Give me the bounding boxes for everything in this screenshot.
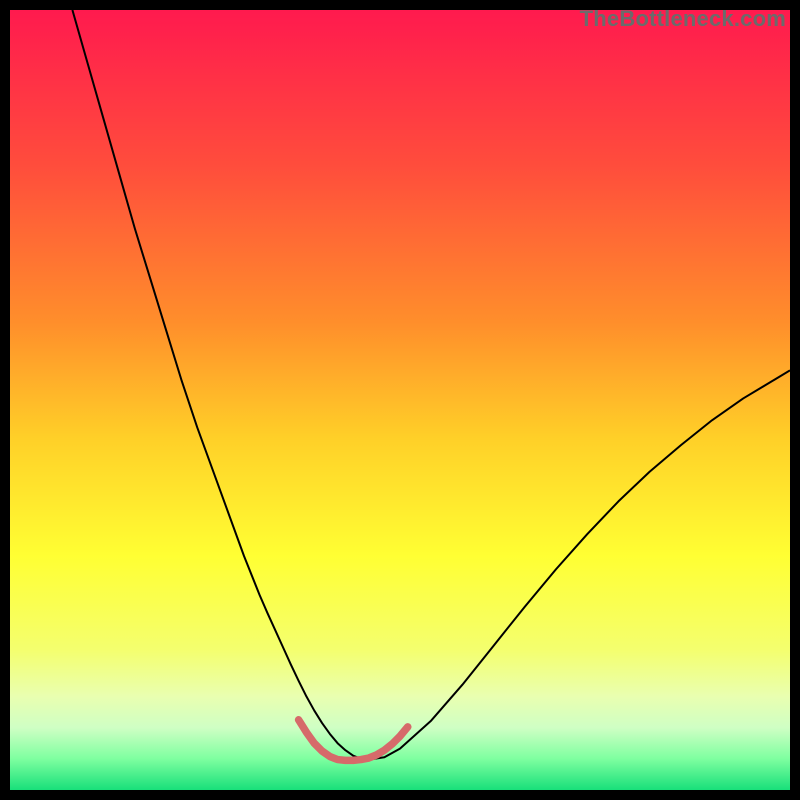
plot-area [10, 10, 790, 790]
chart-svg [10, 10, 790, 790]
chart-background [10, 10, 790, 790]
watermark-text: TheBottleneck.com [580, 6, 786, 32]
chart-stage: TheBottleneck.com [0, 0, 800, 800]
